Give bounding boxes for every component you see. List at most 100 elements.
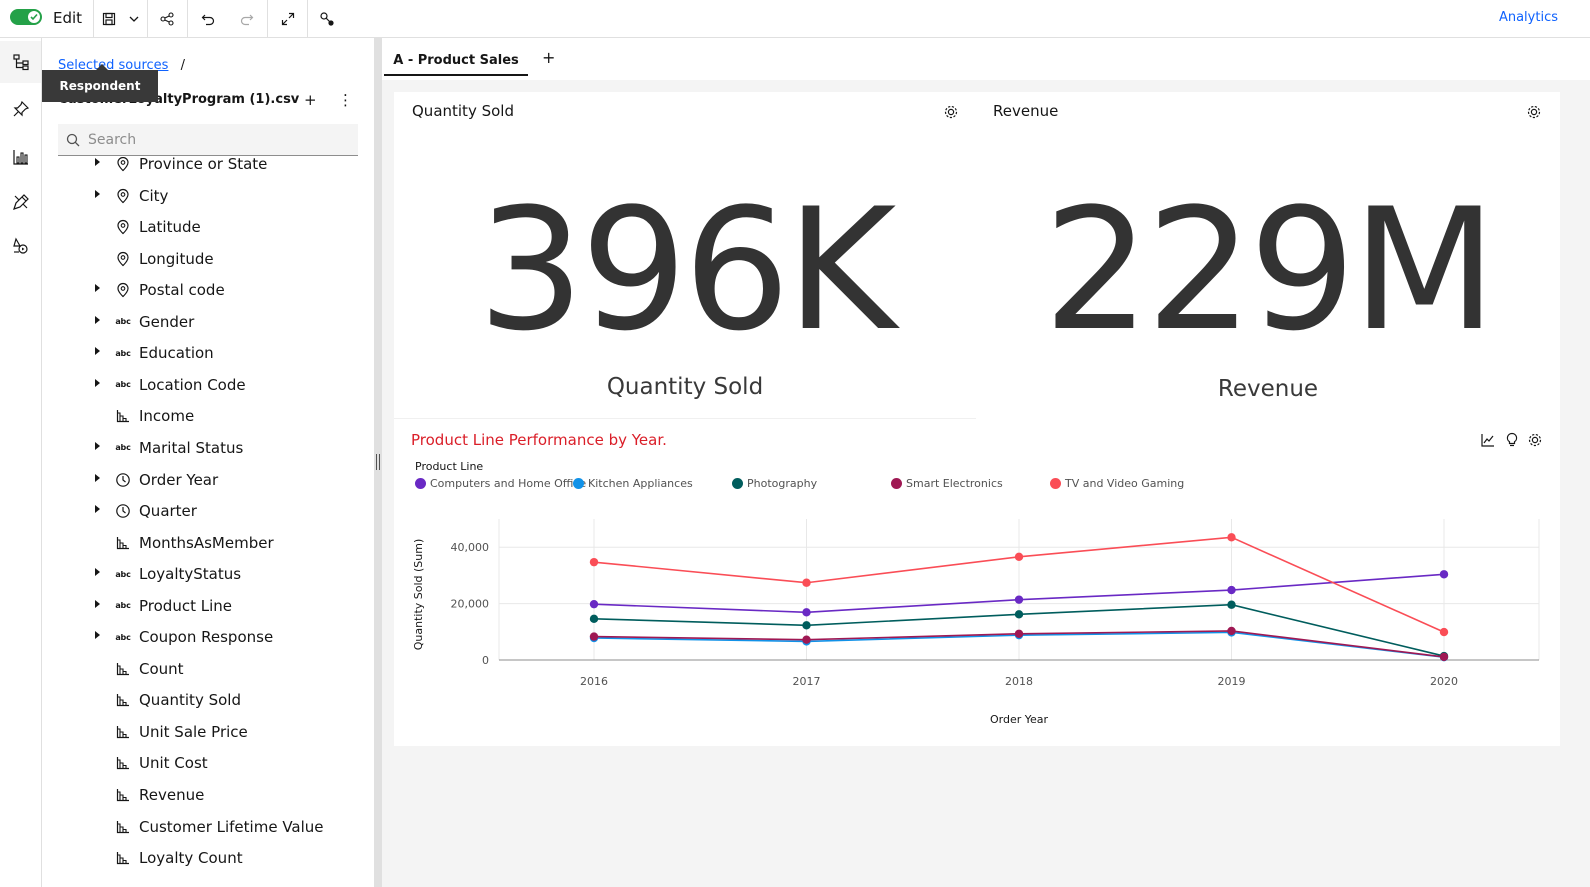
text-abc-icon: abc [115,632,131,642]
legend-item[interactable]: Smart Electronics [891,477,1003,490]
share-icon[interactable] [155,7,179,31]
legend-item[interactable]: Computers and Home Office [415,477,586,490]
gear-icon[interactable] [1526,104,1542,124]
add-tab-button[interactable]: + [542,48,555,67]
field-item[interactable]: abc Gender [42,307,374,338]
x-tick-label: 2018 [1005,675,1033,688]
field-item[interactable]: abc Education [42,338,374,369]
field-item[interactable]: Longitude [42,244,374,275]
field-item[interactable]: City [42,181,374,212]
caret-right-icon[interactable] [95,505,100,514]
field-label: Income [139,407,195,426]
field-item[interactable]: Income [42,401,374,432]
geo-pin-icon [115,219,131,235]
legend-item[interactable]: Kitchen Appliances [573,477,693,490]
drill-through-icon[interactable] [315,7,339,31]
geo-pin-icon [115,282,131,298]
field-label: Marital Status [139,438,244,457]
field-label: Order Year [139,470,219,489]
field-item[interactable]: abc Location Code [42,370,374,401]
field-label: Longitude [139,249,214,268]
chart-title: Product Line Performance by Year. [411,431,667,449]
undo-icon[interactable] [196,7,220,31]
caret-right-icon[interactable] [95,158,100,166]
field-item[interactable]: Unit Sale Price [42,717,374,748]
caret-right-icon[interactable] [95,189,100,198]
gear-icon[interactable] [943,104,959,124]
pin-icon[interactable] [0,88,41,130]
navigation-icon[interactable] [0,225,41,267]
splitter-handle[interactable] [376,454,380,470]
data-point [1439,652,1449,662]
widgets-icon[interactable] [0,181,41,223]
gear-icon[interactable] [1527,432,1543,452]
kpi-title: Quantity Sold [412,102,514,120]
field-item[interactable]: Count [42,654,374,685]
field-item[interactable]: abc Product Line [42,591,374,622]
legend-swatch [415,478,426,489]
caret-right-icon[interactable] [95,378,100,387]
field-item[interactable]: abc Marital Status [42,433,374,464]
field-item[interactable]: Loyalty Count [42,843,374,874]
legend-item[interactable]: Photography [732,477,817,490]
field-item[interactable]: Latitude [42,212,374,243]
data-point [1014,610,1024,619]
legend-item[interactable]: TV and Video Gaming [1050,477,1184,490]
chevron-down-icon[interactable] [122,7,146,31]
save-icon[interactable] [97,7,121,31]
caret-right-icon[interactable] [95,315,100,324]
data-point [589,632,599,641]
field-item[interactable]: abc Coupon Response [42,622,374,653]
text-abc-icon: abc [115,443,131,453]
field-item[interactable]: Postal code [42,275,374,306]
measure-icon [115,692,131,708]
tab-bar: A - Product Sales + [382,38,1590,80]
caret-right-icon[interactable] [95,599,100,608]
kpi-value: 396K [477,172,897,368]
caret-right-icon[interactable] [95,568,100,577]
x-tick-label: 2019 [1218,675,1246,688]
legend-label: Photography [747,477,818,490]
caret-right-icon[interactable] [95,473,100,482]
caret-right-icon[interactable] [95,441,100,450]
data-point [589,557,599,567]
overflow-menu-icon[interactable]: ⋮ [338,91,353,109]
field-item[interactable]: Order Year [42,465,374,496]
caret-right-icon[interactable] [95,631,100,640]
search-input[interactable] [88,124,350,155]
x-tick-label: 2016 [580,675,608,688]
field-label: Product Line [139,596,232,615]
panel-splitter[interactable] [374,38,382,887]
visualizations-icon[interactable] [0,136,41,178]
maximize-icon[interactable] [276,7,300,31]
field-item[interactable]: Quantity Sold [42,685,374,716]
field-item[interactable]: Quarter [42,496,374,527]
field-item[interactable]: abc LoyaltyStatus [42,559,374,590]
kpi-revenue[interactable]: Revenue 229M Revenue [976,92,1560,418]
field-list: Province or State City Latitude Longitude Po… [42,157,374,887]
data-point [802,635,811,644]
redo-icon[interactable] [235,7,259,31]
field-item[interactable]: MonthsAsMember [42,528,374,559]
widget-divider [394,418,976,419]
data-sources-icon[interactable] [0,41,41,83]
field-item[interactable]: Province or State [42,157,374,180]
add-icon[interactable]: + [304,91,317,109]
caret-right-icon[interactable] [95,347,100,356]
data-point [802,578,811,587]
dashboard-canvas: A - Product Sales + Quantity Sold 396K Q… [382,38,1590,887]
tab-product-sales[interactable]: A - Product Sales [384,46,528,76]
data-point [1014,595,1024,604]
caret-right-icon[interactable] [95,284,100,293]
field-label: Province or State [139,157,268,173]
field-item[interactable]: Revenue [42,780,374,811]
kpi-quantity-sold[interactable]: Quantity Sold 396K Quantity Sold [394,92,976,418]
chart-insights-icon[interactable] [1480,432,1496,452]
toolbar-divider [187,0,188,37]
field-item[interactable]: Unit Cost [42,748,374,779]
field-item[interactable]: Customer Lifetime Value [42,812,374,843]
lightbulb-icon[interactable] [1504,432,1520,452]
analytics-link[interactable]: Analytics [1499,10,1558,25]
edit-mode-toggle[interactable] [10,9,42,25]
field-label: MonthsAsMember [139,533,274,552]
